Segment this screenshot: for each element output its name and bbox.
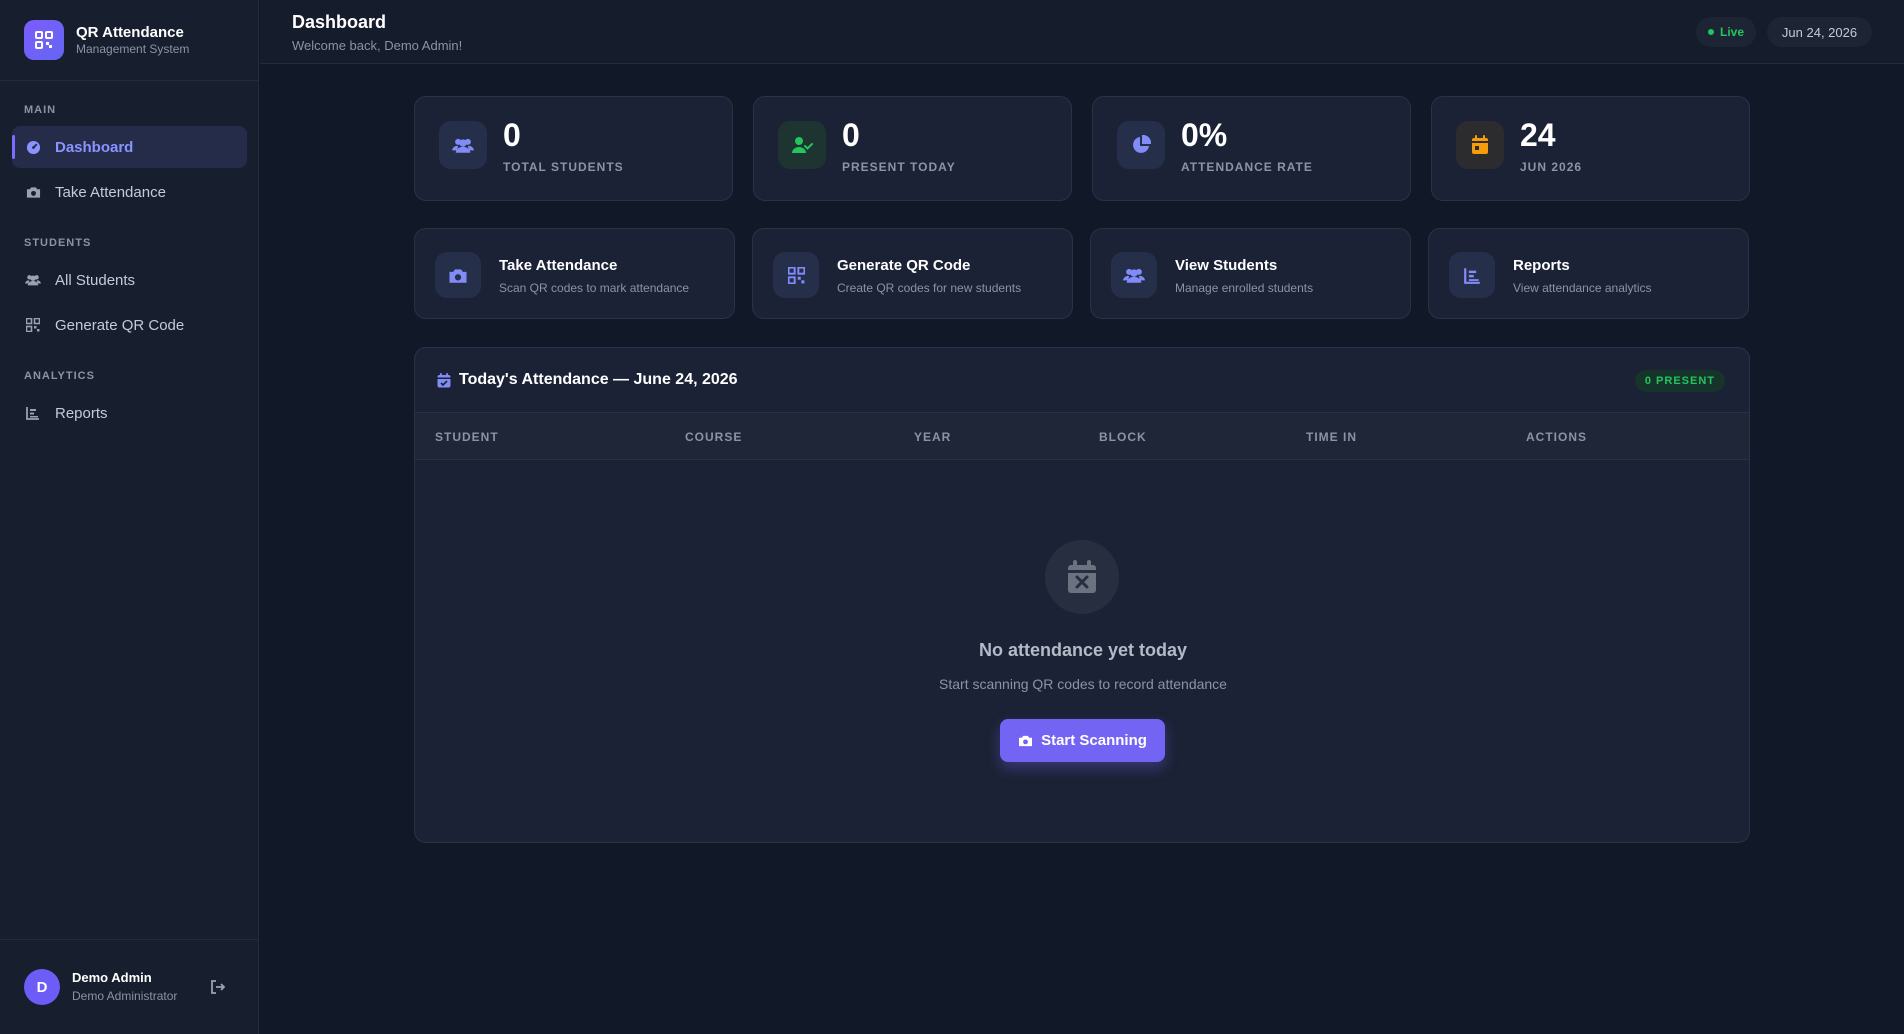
calendar-x-icon — [1045, 540, 1119, 614]
calendar-check-icon — [437, 372, 451, 388]
stat-label: JUN 2026 — [1520, 160, 1583, 174]
sidebar-item-all-students[interactable]: All Students — [12, 259, 247, 301]
sidebar-item-label: All Students — [55, 271, 136, 289]
camera-icon — [25, 184, 41, 200]
action-subtitle: Scan QR codes to mark attendance — [499, 281, 690, 295]
present-count-badge: 0 PRESENT — [1634, 370, 1725, 392]
todays-attendance-panel: Today's Attendance — June 24, 2026 0 PRE… — [414, 347, 1750, 843]
users-icon — [1111, 252, 1157, 298]
action-title: Generate QR Code — [837, 257, 971, 274]
page-title: Dashboard — [292, 12, 387, 32]
start-scanning-button[interactable]: Start Scanning — [1000, 719, 1165, 762]
chart-icon — [25, 405, 41, 421]
sidebar-item-take-attendance[interactable]: Take Attendance — [12, 171, 247, 213]
stat-card-present-today: 0 PRESENT TODAY — [753, 96, 1072, 201]
action-subtitle: View attendance analytics — [1513, 281, 1652, 295]
stat-label: ATTENDANCE RATE — [1181, 160, 1313, 174]
action-title: Reports — [1513, 257, 1570, 274]
camera-icon — [1018, 734, 1033, 747]
panel-header: Today's Attendance — June 24, 2026 0 PRE… — [415, 348, 1749, 413]
user-name: Demo Admin — [72, 970, 152, 985]
stat-card-total-students: 0 TOTAL STUDENTS — [414, 96, 733, 201]
stat-card-attendance-rate: 0% ATTENDANCE RATE — [1092, 96, 1411, 201]
nav-section-students: STUDENTS — [24, 237, 92, 249]
stat-value: 0% — [1181, 117, 1228, 153]
welcome-text: Welcome back, Demo Admin! — [292, 38, 463, 53]
user-profile: D Demo Admin Demo Administrator — [0, 939, 259, 1034]
brand-title: QR Attendance — [76, 23, 184, 41]
sidebar-item-reports[interactable]: Reports — [12, 392, 247, 434]
column-header-course[interactable]: COURSE — [685, 430, 742, 444]
nav-section-analytics: ANALYTICS — [24, 370, 95, 382]
column-header-actions: ACTIONS — [1526, 430, 1587, 444]
logout-icon[interactable] — [208, 977, 228, 997]
stat-value: 0 — [842, 117, 860, 153]
qr-logo-icon — [24, 20, 64, 60]
chart-icon — [1449, 252, 1495, 298]
stat-value: 24 — [1520, 117, 1556, 153]
user-role: Demo Administrator — [72, 989, 178, 1003]
stat-label: TOTAL STUDENTS — [503, 160, 624, 174]
sidebar: QR Attendance Management System MAIN Das… — [0, 0, 259, 1034]
action-card-reports[interactable]: Reports View attendance analytics — [1428, 228, 1749, 319]
sidebar-item-generate-qr[interactable]: Generate QR Code — [12, 304, 247, 346]
panel-title: Today's Attendance — June 24, 2026 — [437, 371, 738, 389]
action-card-generate-qr[interactable]: Generate QR Code Create QR codes for new… — [752, 228, 1073, 319]
date-badge: Jun 24, 2026 — [1767, 17, 1872, 47]
stat-label: PRESENT TODAY — [842, 160, 956, 174]
start-scanning-label: Start Scanning — [1041, 732, 1147, 749]
stat-value: 0 — [503, 117, 521, 153]
panel-title-text: Today's Attendance — June 24, 2026 — [459, 371, 738, 388]
sidebar-item-dashboard[interactable]: Dashboard — [12, 126, 247, 168]
table-header: STUDENT COURSE YEAR BLOCK TIME IN ACTION… — [415, 413, 1749, 460]
action-subtitle: Create QR codes for new students — [837, 281, 1022, 295]
qr-icon — [773, 252, 819, 298]
action-title: Take Attendance — [499, 257, 618, 274]
live-badge: Live — [1696, 17, 1756, 47]
brand: QR Attendance Management System — [0, 0, 258, 81]
column-header-block[interactable]: BLOCK — [1099, 430, 1147, 444]
nav-section-main: MAIN — [24, 104, 57, 116]
qr-icon — [25, 317, 41, 333]
empty-state-subtitle: Start scanning QR codes to record attend… — [939, 676, 1227, 692]
sidebar-item-label: Take Attendance — [55, 183, 166, 201]
live-label: Live — [1719, 25, 1744, 39]
action-card-take-attendance[interactable]: Take Attendance Scan QR codes to mark at… — [414, 228, 735, 319]
dashboard-icon — [25, 139, 41, 155]
empty-state-title: No attendance yet today — [978, 640, 1188, 660]
action-title: View Students — [1175, 257, 1278, 274]
avatar: D — [24, 969, 60, 1005]
calendar-icon — [1456, 121, 1504, 169]
top-header: Dashboard Welcome back, Demo Admin! Live… — [260, 0, 1904, 64]
column-header-student[interactable]: STUDENT — [435, 430, 499, 444]
brand-subtitle: Management System — [76, 41, 190, 56]
sidebar-item-label: Reports — [55, 404, 108, 422]
user-check-icon — [778, 121, 826, 169]
users-icon — [439, 121, 487, 169]
live-dot-icon — [1707, 29, 1714, 35]
users-icon — [25, 272, 41, 288]
action-subtitle: Manage enrolled students — [1175, 281, 1314, 295]
pie-chart-icon — [1117, 121, 1165, 169]
camera-icon — [435, 252, 481, 298]
sidebar-item-label: Generate QR Code — [55, 316, 185, 334]
stat-card-date: 24 JUN 2026 — [1431, 96, 1750, 201]
sidebar-item-label: Dashboard — [55, 138, 134, 156]
action-card-view-students[interactable]: View Students Manage enrolled students — [1090, 228, 1411, 319]
column-header-time-in[interactable]: TIME IN — [1306, 430, 1357, 444]
column-header-year[interactable]: YEAR — [914, 430, 951, 444]
